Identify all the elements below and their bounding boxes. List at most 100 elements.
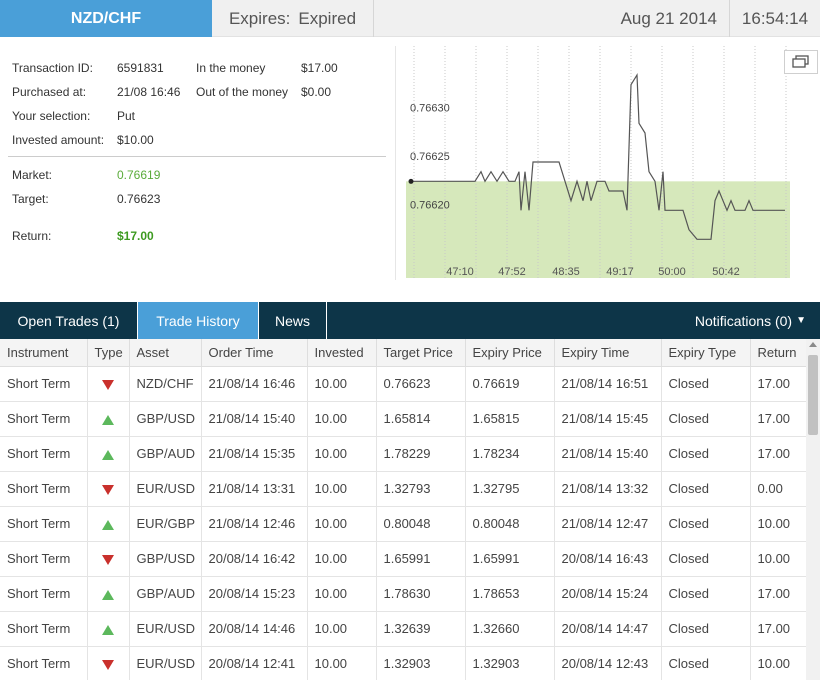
x-tick-label: 47:52 — [498, 266, 526, 278]
table-body: Short Term NZD/CHF 21/08/14 16:46 10.00 0.76… — [0, 366, 807, 680]
tabs-bar: Open Trades (1) Trade History News Notif… — [0, 302, 820, 339]
table-row[interactable]: Short Term GBP/AUD 21/08/14 15:35 10.00 1.78… — [0, 436, 807, 472]
cell-return: 17.00 — [750, 401, 807, 437]
cell-asset: GBP/AUD — [129, 576, 202, 612]
table-row[interactable]: Short Term EUR/USD 20/08/14 14:46 10.00 1.32… — [0, 611, 807, 647]
expand-icon — [792, 55, 809, 68]
current-time: 16:54:14 — [741, 8, 809, 28]
table-row[interactable]: Short Term GBP/AUD 20/08/14 15:23 10.00 1.78… — [0, 576, 807, 612]
tab-open-trades[interactable]: Open Trades (1) — [0, 302, 138, 339]
cell-expiry-type: Closed — [661, 576, 751, 612]
notifications-label: Notifications (0) — [694, 312, 793, 329]
cell-asset: EUR/USD — [129, 646, 202, 680]
column-header-asset[interactable]: Asset — [129, 339, 202, 367]
column-header-order-time[interactable]: Order Time — [201, 339, 308, 367]
arrow-down-icon — [102, 484, 114, 495]
table-row[interactable]: Short Term EUR/USD 21/08/14 13:31 10.00 1.32… — [0, 471, 807, 507]
cell-return: 0.00 — [750, 471, 807, 507]
tab-trade-history[interactable]: Trade History — [138, 302, 259, 339]
x-tick-label: 50:00 — [658, 266, 686, 278]
scroll-up-arrow-icon[interactable] — [809, 342, 817, 347]
cell-expiry-type: Closed — [661, 401, 751, 437]
return-value: $17.00 — [117, 229, 154, 243]
cell-expiry-type: Closed — [661, 646, 751, 680]
cell-type — [87, 436, 130, 472]
cell-expiry-type: Closed — [661, 506, 751, 542]
arrow-up-icon — [102, 589, 114, 600]
tab-trade-history-label: Trade History — [156, 312, 240, 329]
cell-invested: 10.00 — [307, 366, 377, 402]
out-of-the-money-label: Out of the money — [196, 85, 289, 99]
cell-instrument: Short Term — [0, 401, 88, 437]
selection-value: Put — [117, 109, 136, 123]
table-row[interactable]: Short Term GBP/USD 21/08/14 15:40 10.00 1.65… — [0, 401, 807, 437]
column-header-type[interactable]: Type — [87, 339, 130, 367]
column-header-expiry-price[interactable]: Expiry Price — [465, 339, 555, 367]
cell-order-time: 21/08/14 15:35 — [201, 436, 308, 472]
arrow-up-icon — [102, 449, 114, 460]
asset-tab[interactable]: NZD/CHF — [0, 0, 212, 37]
cell-target: 0.76623 — [376, 366, 466, 402]
target-zone — [406, 181, 790, 278]
out-of-the-money-value: $0.00 — [301, 85, 332, 99]
cell-instrument: Short Term — [0, 471, 88, 507]
column-header-target-price[interactable]: Target Price — [376, 339, 466, 367]
cell-order-time: 20/08/14 15:23 — [201, 576, 308, 612]
target-label: Target: — [12, 192, 49, 206]
cell-invested: 10.00 — [307, 646, 377, 680]
cell-return: 10.00 — [750, 506, 807, 542]
price-chart-svg: 0.76630 0.76625 0.76620 47:10 47:52 48:35 49:1… — [406, 46, 790, 278]
entry-point-marker — [408, 178, 414, 184]
table-row[interactable]: Short Term EUR/GBP 21/08/14 12:46 10.00 0.80… — [0, 506, 807, 542]
table-row[interactable]: Short Term EUR/USD 20/08/14 12:41 10.00 1.32… — [0, 646, 807, 680]
cell-return: 10.00 — [750, 646, 807, 680]
arrow-up-icon — [102, 624, 114, 635]
target-value: 0.76623 — [117, 192, 161, 206]
column-header-expiry-time[interactable]: Expiry Time — [554, 339, 662, 367]
notifications-dropdown[interactable]: Notifications (0) ▼ — [695, 302, 806, 339]
cell-instrument: Short Term — [0, 576, 88, 612]
cell-expiry-time: 21/08/14 13:32 — [554, 471, 662, 507]
cell-expiry-price: 1.32795 — [465, 471, 555, 507]
scrollbar-thumb[interactable] — [808, 355, 818, 435]
column-header-expiry-type[interactable]: Expiry Type — [661, 339, 751, 367]
cell-invested: 10.00 — [307, 506, 377, 542]
column-header-invested[interactable]: Invested — [307, 339, 377, 367]
y-tick-label: 0.76630 — [410, 103, 450, 115]
table-scrollbar[interactable] — [806, 339, 820, 680]
x-tick-label: 48:35 — [552, 266, 580, 278]
cell-asset: GBP/AUD — [129, 436, 202, 472]
cell-instrument: Short Term — [0, 366, 88, 402]
asset-name: NZD/CHF — [70, 9, 142, 27]
chevron-down-icon: ▼ — [796, 315, 806, 326]
info-divider — [8, 156, 386, 157]
table-header-row: Instrument Type Asset Order Time Investe… — [0, 339, 807, 367]
arrow-up-icon — [102, 414, 114, 425]
cell-expiry-time: 21/08/14 12:47 — [554, 506, 662, 542]
cell-expiry-time: 20/08/14 15:24 — [554, 576, 662, 612]
cell-expiry-price: 1.65815 — [465, 401, 555, 437]
cell-target: 1.65991 — [376, 541, 466, 577]
cell-asset: NZD/CHF — [129, 366, 202, 402]
tab-open-trades-label: Open Trades (1) — [17, 312, 120, 329]
table-row[interactable]: Short Term NZD/CHF 21/08/14 16:46 10.00 0.76… — [0, 366, 807, 402]
cell-order-time: 20/08/14 14:46 — [201, 611, 308, 647]
cell-type — [87, 646, 130, 680]
expand-chart-button[interactable] — [784, 50, 818, 74]
cell-order-time: 21/08/14 13:31 — [201, 471, 308, 507]
top-header: NZD/CHF Expires: Expired Aug 21 2014 16:… — [0, 0, 820, 37]
purchased-at-label: Purchased at: — [12, 85, 87, 99]
x-tick-label: 49:17 — [606, 266, 634, 278]
table-row[interactable]: Short Term GBP/USD 20/08/14 16:42 10.00 1.65… — [0, 541, 807, 577]
column-header-instrument[interactable]: Instrument — [0, 339, 88, 367]
cell-expiry-type: Closed — [661, 471, 751, 507]
cell-invested: 10.00 — [307, 471, 377, 507]
column-header-return[interactable]: Return — [750, 339, 807, 367]
cell-expiry-time: 21/08/14 15:45 — [554, 401, 662, 437]
cell-order-time: 20/08/14 12:41 — [201, 646, 308, 680]
cell-expiry-type: Closed — [661, 436, 751, 472]
cell-asset: EUR/USD — [129, 471, 202, 507]
cell-return: 17.00 — [750, 366, 807, 402]
tab-news[interactable]: News — [259, 302, 327, 339]
tab-news-label: News — [274, 312, 310, 329]
